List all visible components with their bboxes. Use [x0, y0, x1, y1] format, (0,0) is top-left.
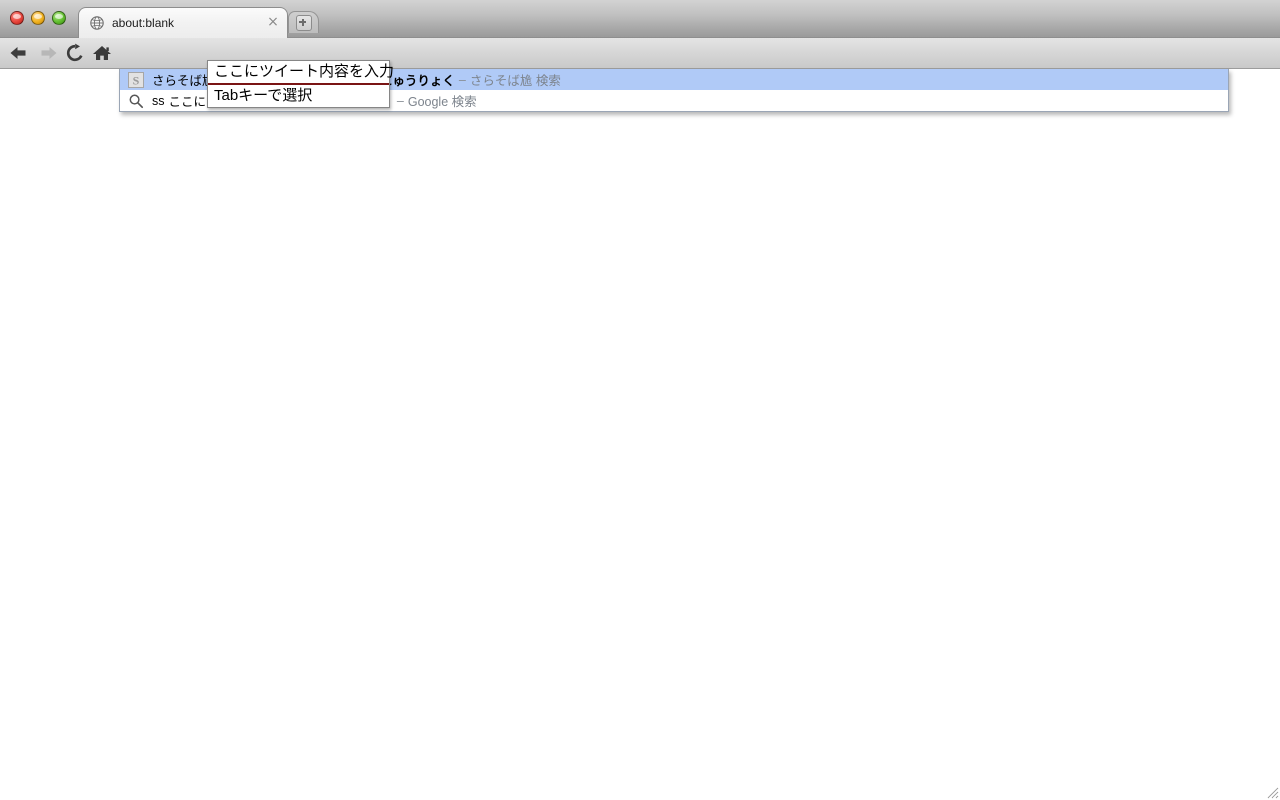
minimize-window-button[interactable] [31, 11, 45, 25]
suggestion-description: Google 検索 [407, 95, 477, 109]
suggestion-keyword-label: さらそば尯 [152, 74, 215, 88]
forward-button [36, 41, 62, 65]
site-favicon-icon: S [128, 71, 144, 88]
svg-text:S: S [133, 73, 140, 87]
suggestion-separator: – [396, 93, 404, 108]
tab-title: about:blank [112, 16, 175, 30]
tab-strip: about:blank × [0, 0, 1280, 38]
home-icon [93, 46, 111, 60]
search-icon [129, 94, 144, 108]
globe-icon [90, 16, 104, 30]
new-tab-button[interactable] [288, 11, 319, 33]
plus-icon [295, 14, 312, 31]
browser-tab[interactable]: about:blank × [78, 7, 288, 38]
page-content [0, 70, 1280, 800]
reload-icon [66, 43, 83, 62]
ime-candidate-window: ここにツイート内容を入力 Tabキーで選択 [207, 60, 394, 108]
suggestion-prefix: ss [152, 93, 165, 108]
suggestion-separator: – [458, 72, 466, 87]
close-window-button[interactable] [10, 11, 24, 25]
window-controls [10, 11, 66, 25]
reload-button[interactable] [62, 41, 88, 65]
suggestion-description: さらそば尯 検索 [469, 74, 561, 88]
home-button[interactable] [89, 41, 115, 65]
browser-window: about:blank × S さらそば尯 – さらそば尯 検索 ss – Go… [0, 0, 1280, 800]
zoom-window-button[interactable] [52, 11, 66, 25]
back-icon [10, 47, 26, 59]
resize-grip[interactable] [1264, 784, 1279, 799]
ime-composing-text[interactable]: ここにツイート内容を入力 [208, 61, 394, 85]
ime-hint-text[interactable]: Tabキーで選択 [208, 85, 389, 107]
forward-icon [41, 47, 57, 59]
browser-toolbar: S さらそば尯 ここについーとないようをにゅうりょく » [0, 38, 1280, 104]
back-button[interactable] [5, 41, 31, 65]
close-icon[interactable]: × [265, 15, 281, 31]
